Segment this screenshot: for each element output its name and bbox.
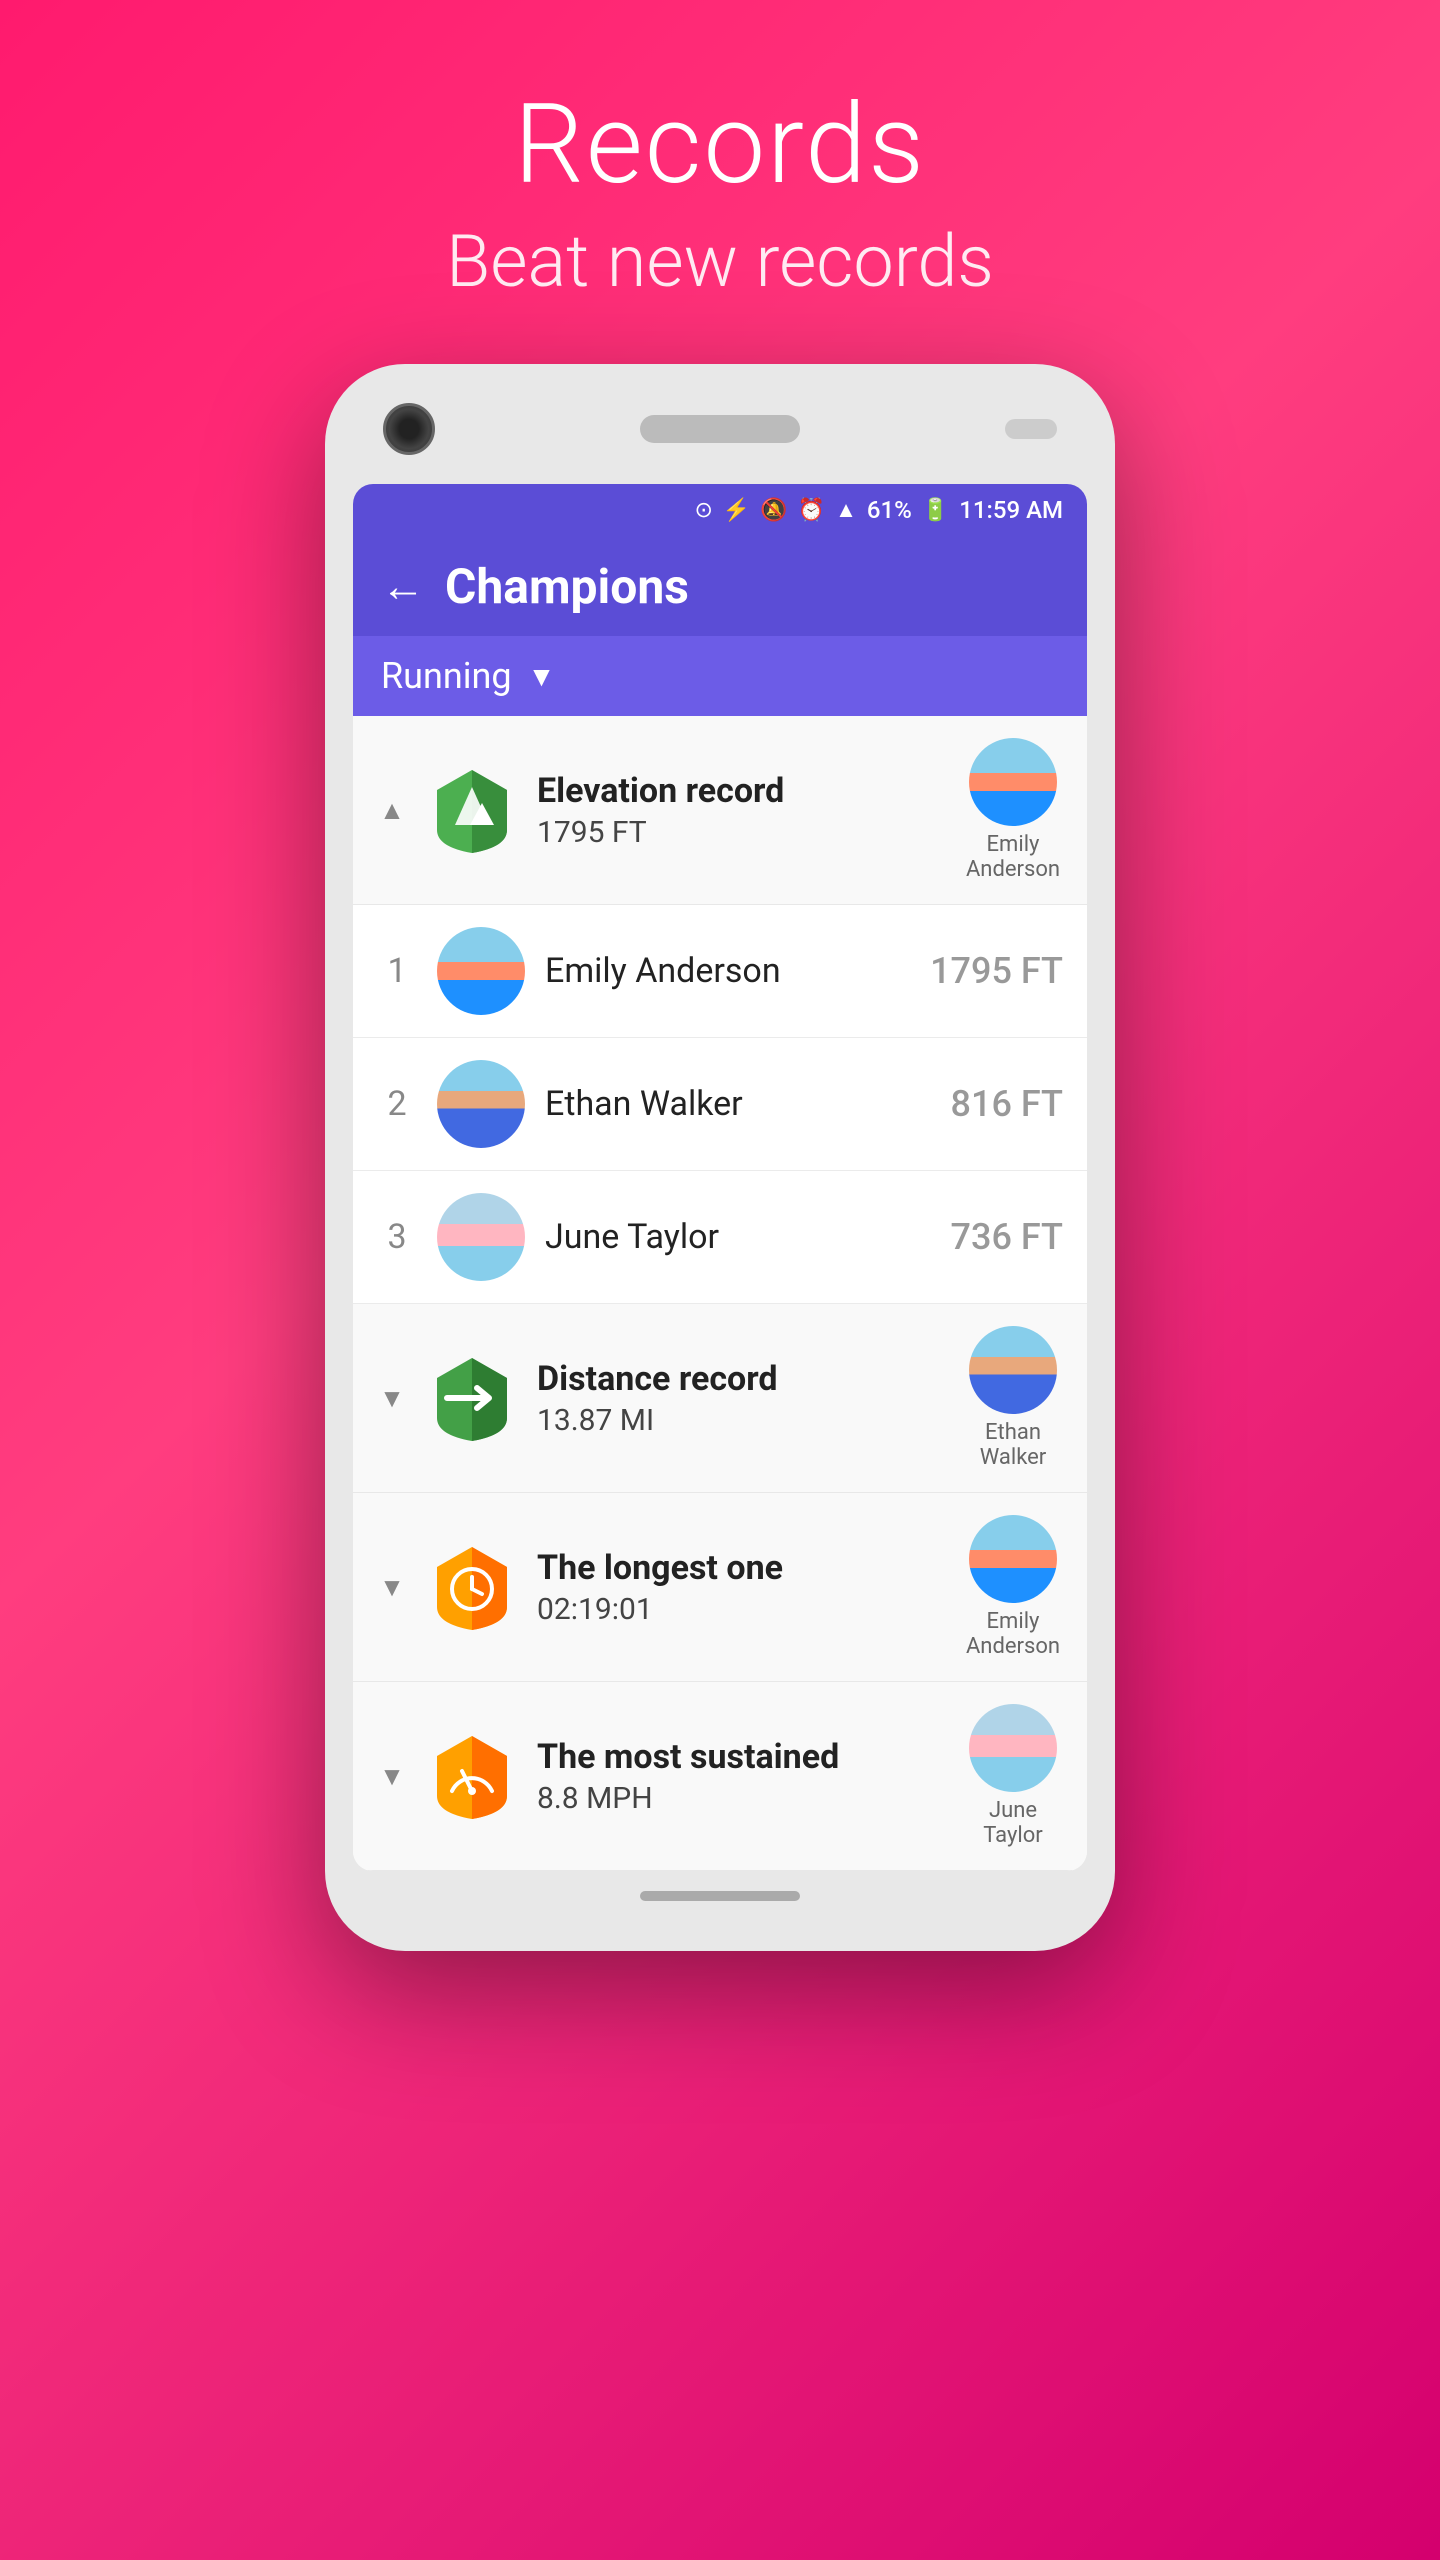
emily-avatar-badge2 [969, 1515, 1057, 1603]
user-score-2: 816 FT [951, 1083, 1063, 1125]
page-subtitle: Beat new records [446, 219, 994, 304]
elevation-holder: Emily Anderson [963, 738, 1063, 882]
time-holder: Emily Anderson [963, 1515, 1063, 1659]
phone-screen: ⊙ ⚡ 🔕 ⏰ ▲ 61% 🔋 11:59 AM ← Champions Run… [353, 484, 1087, 1871]
elevation-info: Elevation record 1795 FT [537, 771, 943, 850]
elevation-holder-name: Emily Anderson [963, 832, 1063, 882]
time-info: The longest one 02:19:01 [537, 1548, 943, 1627]
user-name-2: Ethan Walker [545, 1084, 931, 1124]
app-bar-title: Champions [445, 558, 689, 615]
user-name-3: June Taylor [545, 1217, 931, 1257]
records-list: ▲ Elevation record 1795 FT [353, 716, 1087, 1871]
distance-record-row[interactable]: ▼ Distance record 13.87 MI Ethan Walker [353, 1304, 1087, 1493]
avatar [437, 927, 525, 1015]
page-title: Records [446, 80, 994, 209]
june-avatar-badge [969, 1704, 1057, 1792]
ethan-avatar-badge [969, 1326, 1057, 1414]
speed-record-row[interactable]: ▼ The most sustained 8.8 MPH [353, 1682, 1087, 1871]
page-header: Records Beat new records [446, 80, 994, 304]
time-badge [427, 1542, 517, 1632]
emily-avatar-badge [969, 738, 1057, 826]
distance-value: 13.87 MI [537, 1403, 943, 1438]
location-icon: ⊙ [694, 498, 712, 523]
rank-2: 2 [377, 1084, 417, 1124]
dropdown-arrow-icon: ▼ [528, 660, 556, 693]
user-score-1: 1795 FT [930, 950, 1063, 992]
battery-percent: 61% [867, 496, 912, 524]
expand-icon: ▼ [377, 1383, 407, 1414]
time-record-row[interactable]: ▼ The longest one 02:19:01 [353, 1493, 1087, 1682]
distance-badge [427, 1353, 517, 1443]
clock: 11:59 AM [959, 496, 1063, 524]
elevation-name: Elevation record [537, 771, 943, 811]
phone-bottom [353, 1871, 1087, 1921]
rank-3: 3 [377, 1217, 417, 1257]
alarm-icon: ⏰ [798, 498, 825, 523]
bluetooth-icon: ⚡ [723, 498, 750, 523]
category-dropdown[interactable]: Running ▼ [353, 636, 1087, 716]
phone-shell: ⊙ ⚡ 🔕 ⏰ ▲ 61% 🔋 11:59 AM ← Champions Run… [325, 364, 1115, 1951]
app-bar: ← Champions [353, 536, 1087, 636]
mute-icon: 🔕 [760, 498, 787, 523]
time-value: 02:19:01 [537, 1592, 943, 1627]
dropdown-label: Running [381, 655, 512, 697]
table-row: 3 June Taylor 736 FT [353, 1171, 1087, 1304]
battery-icon: 🔋 [922, 498, 949, 523]
elevation-badge [427, 765, 517, 855]
expand-icon: ▼ [377, 1572, 407, 1603]
speed-info: The most sustained 8.8 MPH [537, 1737, 943, 1816]
elevation-record-row[interactable]: ▲ Elevation record 1795 FT [353, 716, 1087, 905]
speed-holder: June Taylor [963, 1704, 1063, 1848]
speed-holder-name: June Taylor [963, 1798, 1063, 1848]
phone-sensor [1005, 419, 1057, 439]
phone-camera [383, 403, 435, 455]
distance-holder-name: Ethan Walker [963, 1420, 1063, 1470]
speed-badge [427, 1731, 517, 1821]
speed-value: 8.8 MPH [537, 1781, 943, 1816]
user-name-1: Emily Anderson [545, 951, 910, 991]
back-button[interactable]: ← [381, 560, 425, 612]
time-name: The longest one [537, 1548, 943, 1588]
avatar [437, 1060, 525, 1148]
distance-info: Distance record 13.87 MI [537, 1359, 943, 1438]
status-bar: ⊙ ⚡ 🔕 ⏰ ▲ 61% 🔋 11:59 AM [353, 484, 1087, 536]
elevation-value: 1795 FT [537, 815, 943, 850]
phone-top [353, 394, 1087, 464]
rank-1: 1 [377, 951, 417, 991]
speed-name: The most sustained [537, 1737, 943, 1777]
user-score-3: 736 FT [951, 1216, 1063, 1258]
distance-holder: Ethan Walker [963, 1326, 1063, 1470]
avatar [437, 1193, 525, 1281]
table-row: 2 Ethan Walker 816 FT [353, 1038, 1087, 1171]
expand-icon: ▼ [377, 1761, 407, 1792]
wifi-icon: ▲ [835, 497, 857, 523]
table-row: 1 Emily Anderson 1795 FT [353, 905, 1087, 1038]
home-indicator [640, 1891, 800, 1901]
time-holder-name: Emily Anderson [963, 1609, 1063, 1659]
status-icons: ⊙ ⚡ 🔕 ⏰ ▲ 61% 🔋 11:59 AM [694, 496, 1063, 524]
distance-name: Distance record [537, 1359, 943, 1399]
phone-speaker [640, 415, 800, 443]
collapse-icon: ▲ [377, 795, 407, 826]
